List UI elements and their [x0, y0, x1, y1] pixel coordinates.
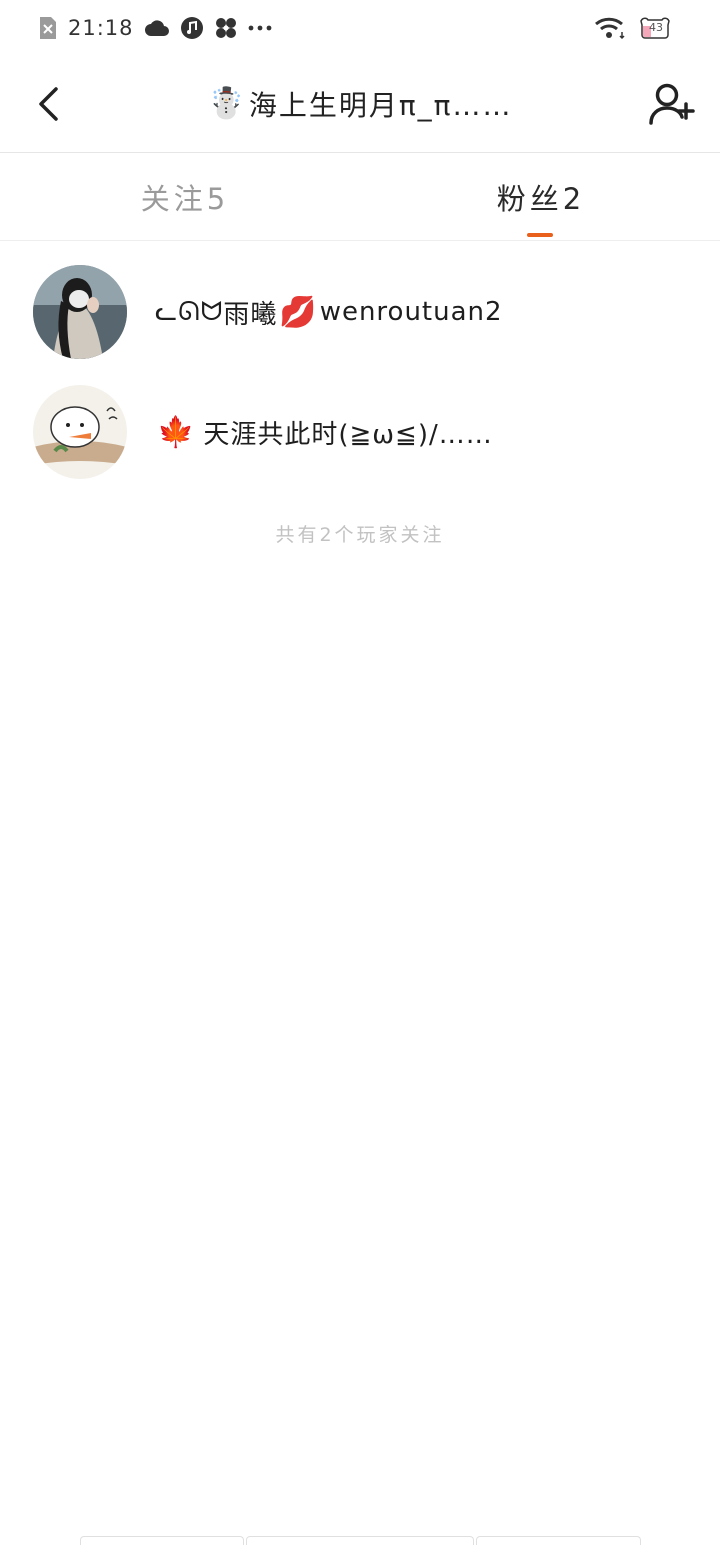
name-part-a: 雨曦: [223, 299, 278, 330]
avatar[interactable]: [33, 385, 127, 479]
page-title: ☃️ 海上生明月π_π……: [120, 80, 600, 128]
status-right: 43: [594, 14, 672, 42]
name-part-b: wenroutuan2: [319, 297, 503, 327]
bottom-cards-strip: [0, 1536, 720, 1545]
status-time: 21:18: [68, 16, 134, 40]
active-tab-indicator: [527, 233, 553, 237]
status-left: 21:18: [38, 14, 272, 42]
chevron-left-icon: [39, 87, 58, 121]
tab-following[interactable]: 关注5: [100, 153, 270, 240]
follower-name[interactable]: ᓚᘏᗢ 雨曦 💋 wenroutuan2: [155, 265, 503, 359]
kiss-emoji: 💋: [279, 294, 318, 330]
name-part-a: 天涯共此时(≧ω≦)/……: [203, 419, 493, 450]
avatar[interactable]: [33, 265, 127, 359]
add-user-icon: [649, 83, 695, 125]
name-prefix: ᓚᘏᗢ: [155, 296, 224, 327]
battery-level: 43: [649, 21, 663, 34]
fan-icon: [214, 16, 238, 40]
snowman-emoji: ☃️: [207, 86, 245, 121]
battery-icon: 43: [638, 16, 672, 40]
no-sim-icon: [38, 15, 58, 41]
list-item[interactable]: ᓚᘏᗢ 雨曦 💋 wenroutuan2: [0, 241, 720, 361]
tab-followers[interactable]: 粉丝2: [456, 153, 626, 240]
tab-bar: 关注5 粉丝2: [0, 153, 720, 241]
maple-leaf-emoji: 🍁: [157, 414, 196, 450]
more-dots-icon: [248, 24, 272, 32]
follower-name[interactable]: 🍁 天涯共此时(≧ω≦)/……: [155, 385, 493, 479]
back-button[interactable]: [26, 80, 70, 128]
wifi-icon: [594, 16, 626, 40]
status-bar: 21:18 43: [0, 0, 720, 56]
page-title-text: 海上生明月π_π……: [248, 89, 513, 122]
cloud-icon: [144, 17, 170, 39]
follower-list: ᓚᘏᗢ 雨曦 💋 wenroutuan2 🍁 天涯共此时(≧ω≦)/……: [0, 241, 720, 481]
list-item[interactable]: 🍁 天涯共此时(≧ω≦)/……: [0, 361, 720, 481]
header-bar: ☃️ 海上生明月π_π……: [0, 56, 720, 153]
add-user-button[interactable]: [646, 78, 698, 130]
music-icon: [180, 16, 204, 40]
follower-count-note: 共有2个玩家关注: [275, 524, 445, 546]
